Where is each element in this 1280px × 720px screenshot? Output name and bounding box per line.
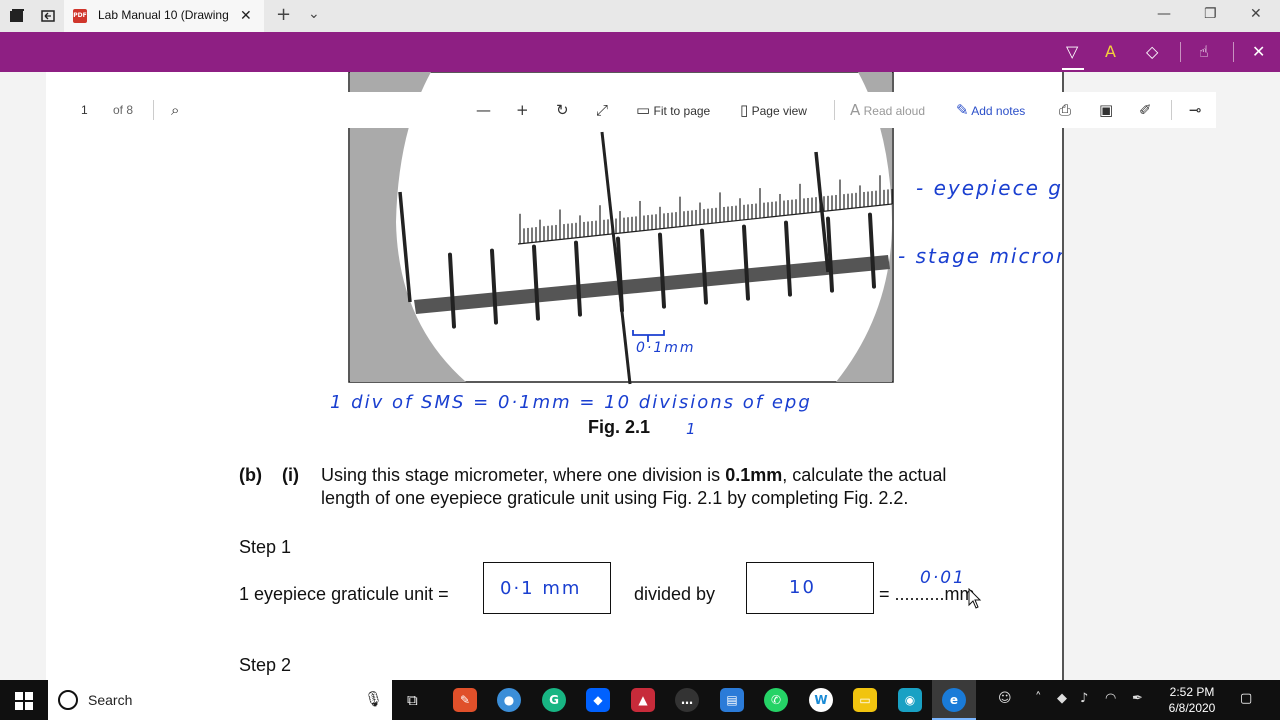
app-icon-2[interactable]: ▤ xyxy=(720,688,744,712)
tab-actions-icon[interactable] xyxy=(9,8,25,24)
question-line-1: Using this stage micrometer, where one d… xyxy=(321,465,947,485)
file-explorer-icon[interactable]: ▭ xyxy=(853,688,877,712)
fit-to-page-button[interactable]: ▭ Fit to page xyxy=(636,102,710,119)
value-box-divisions-text: 10 xyxy=(789,577,816,598)
pdf-icon: PDF xyxy=(73,9,87,23)
full-screen-icon[interactable]: ⤢ xyxy=(596,102,608,118)
restore-icon[interactable]: ❐ xyxy=(1204,6,1217,22)
clock-time: 2:52 PM xyxy=(1169,685,1215,699)
pen-workspace-icon[interactable]: ✒ xyxy=(1132,691,1143,706)
question-part: (b) xyxy=(239,465,262,485)
taskbar: Search 🎙 ⧉ ✎ ● G ◆ ▲ … ▤ ✆ W ▭ ◉ e ☺ ˄ ◆… xyxy=(0,680,1280,720)
read-aloud-icon: A xyxy=(850,101,861,119)
new-tab-icon[interactable]: + xyxy=(276,4,291,25)
divider xyxy=(1180,42,1181,62)
search-icon[interactable]: ⌕ xyxy=(171,102,179,118)
windows-start-icon[interactable] xyxy=(15,692,33,710)
divider xyxy=(153,100,154,120)
edge-active-slot[interactable]: e xyxy=(932,680,976,720)
search-label: Search xyxy=(88,692,133,708)
minimize-icon[interactable]: — xyxy=(1157,6,1171,22)
unit-label: 1 eyepiece graticule unit = xyxy=(239,584,449,604)
clock-date: 6/8/2020 xyxy=(1168,701,1216,715)
close-ink-icon[interactable]: ✕ xyxy=(1252,42,1265,62)
highlight-text-icon[interactable]: A xyxy=(1105,42,1116,62)
mendeley-icon[interactable]: ▲ xyxy=(631,688,655,712)
volume-icon[interactable]: ♪ xyxy=(1080,691,1088,706)
webex-icon[interactable]: W xyxy=(809,688,833,712)
pdf-page: - eyepiece graticule (epg) - stage micro… xyxy=(46,72,1064,680)
page-number-input[interactable]: 1 xyxy=(81,102,88,118)
question-line-2: length of one eyepiece graticule unit us… xyxy=(321,488,909,508)
annotation-stage-micrometer: - stage micrometer xyxy=(898,244,1064,268)
step-2-label: Step 2 xyxy=(239,655,292,675)
add-notes-button[interactable]: ✎ Add notes xyxy=(956,102,1025,119)
dropbox-tray-icon[interactable]: ◆ xyxy=(1057,691,1067,706)
figure-caption: Fig. 2.1 xyxy=(588,417,651,437)
fit-to-page-icon: ▭ xyxy=(636,101,651,119)
pdf-toolbar: 1 of 8 ⌕ — + ↻ ⤢ ▭ Fit to page ▯ Page vi… xyxy=(64,92,1216,128)
pdf-viewer[interactable]: - eyepiece graticule (epg) - stage micro… xyxy=(0,72,1280,680)
app-icon-3[interactable]: ◉ xyxy=(898,688,922,712)
read-aloud-button[interactable]: A Read aloud xyxy=(850,102,925,119)
cortana-icon xyxy=(58,690,78,710)
dropbox-icon[interactable]: ◆ xyxy=(586,688,610,712)
close-tab-icon[interactable]: ✕ xyxy=(240,7,252,24)
show-hidden-icons-chevron-icon[interactable]: ˄ xyxy=(1035,691,1042,706)
zoom-in-icon[interactable]: + xyxy=(516,102,529,118)
touch-writing-icon[interactable]: ☝ xyxy=(1199,42,1209,62)
highlighter-icon[interactable]: ▽ xyxy=(1066,42,1078,62)
ink-toolbar: ▽ A ◇ ☝ ✕ xyxy=(0,32,1280,72)
pin-toolbar-icon[interactable]: ⊸ xyxy=(1189,102,1202,118)
close-window-icon[interactable]: ✕ xyxy=(1250,6,1262,22)
value-box-distance: 0·1 mm xyxy=(483,562,611,614)
annotation-one: 1 xyxy=(686,420,698,438)
annotation-scale-note: 1 div of SMS = 0·1mm = 10 divisions of e… xyxy=(330,392,812,413)
divided-by-label: divided by xyxy=(634,584,716,604)
pen-icon: ✎ xyxy=(956,101,969,119)
browser-tab-bar: PDF Lab Manual 10 (Drawing ✕ + ⌄ — ❐ ✕ xyxy=(0,0,1280,32)
people-icon[interactable]: ☺ xyxy=(998,691,1012,706)
tab-lab-manual[interactable]: PDF Lab Manual 10 (Drawing ✕ xyxy=(64,0,264,32)
taskbar-search-box[interactable]: Search 🎙 xyxy=(48,680,392,720)
annotation-division-size: 0·1mm xyxy=(636,340,696,356)
tab-title: Lab Manual 10 (Drawing xyxy=(98,8,229,22)
tab-list-chevron-icon[interactable]: ⌄ xyxy=(308,6,320,22)
value-box-divisions: 10 xyxy=(746,562,874,614)
divider xyxy=(1171,100,1172,120)
chrome-icon[interactable]: ● xyxy=(497,688,521,712)
chat-icon[interactable]: … xyxy=(675,688,699,712)
whatsapp-icon[interactable]: ✆ xyxy=(764,688,788,712)
app-icon-1[interactable]: ✎ xyxy=(453,688,477,712)
value-box-distance-text: 0·1 mm xyxy=(500,578,582,599)
divider xyxy=(834,100,835,120)
page-view-icon: ▯ xyxy=(740,101,749,119)
grammarly-icon[interactable]: G xyxy=(542,688,566,712)
mouse-cursor-icon xyxy=(968,588,982,609)
save-icon[interactable]: ▣ xyxy=(1099,102,1113,118)
set-aside-tabs-icon[interactable] xyxy=(40,8,56,24)
page-view-button[interactable]: ▯ Page view xyxy=(740,102,807,119)
eraser-icon[interactable]: ◇ xyxy=(1146,42,1158,62)
divider xyxy=(1233,42,1234,62)
page-edge-rule xyxy=(1062,72,1064,680)
active-tool-indicator xyxy=(1062,68,1084,70)
zoom-out-icon[interactable]: — xyxy=(476,102,491,118)
annotation-eyepiece-graticule: - eyepiece graticule (epg) xyxy=(916,176,1064,200)
microphone-icon[interactable]: 🎙 xyxy=(364,690,383,708)
step-1-label: Step 1 xyxy=(239,537,292,557)
action-center-icon[interactable]: ▢ xyxy=(1240,691,1252,706)
system-clock[interactable]: 2:52 PM 6/8/2020 xyxy=(1160,684,1224,716)
save-as-icon[interactable]: ✐ xyxy=(1139,102,1152,118)
wifi-icon[interactable]: ◠ xyxy=(1105,691,1116,706)
question-subpart: (i) xyxy=(282,465,299,485)
task-view-icon[interactable]: ⧉ xyxy=(407,691,418,709)
result-answer: 0·01 xyxy=(920,568,966,588)
rotate-icon[interactable]: ↻ xyxy=(556,102,569,118)
page-total: of 8 xyxy=(113,103,134,117)
print-icon[interactable]: ⎙ xyxy=(1059,102,1071,118)
edge-icon: e xyxy=(942,688,966,712)
